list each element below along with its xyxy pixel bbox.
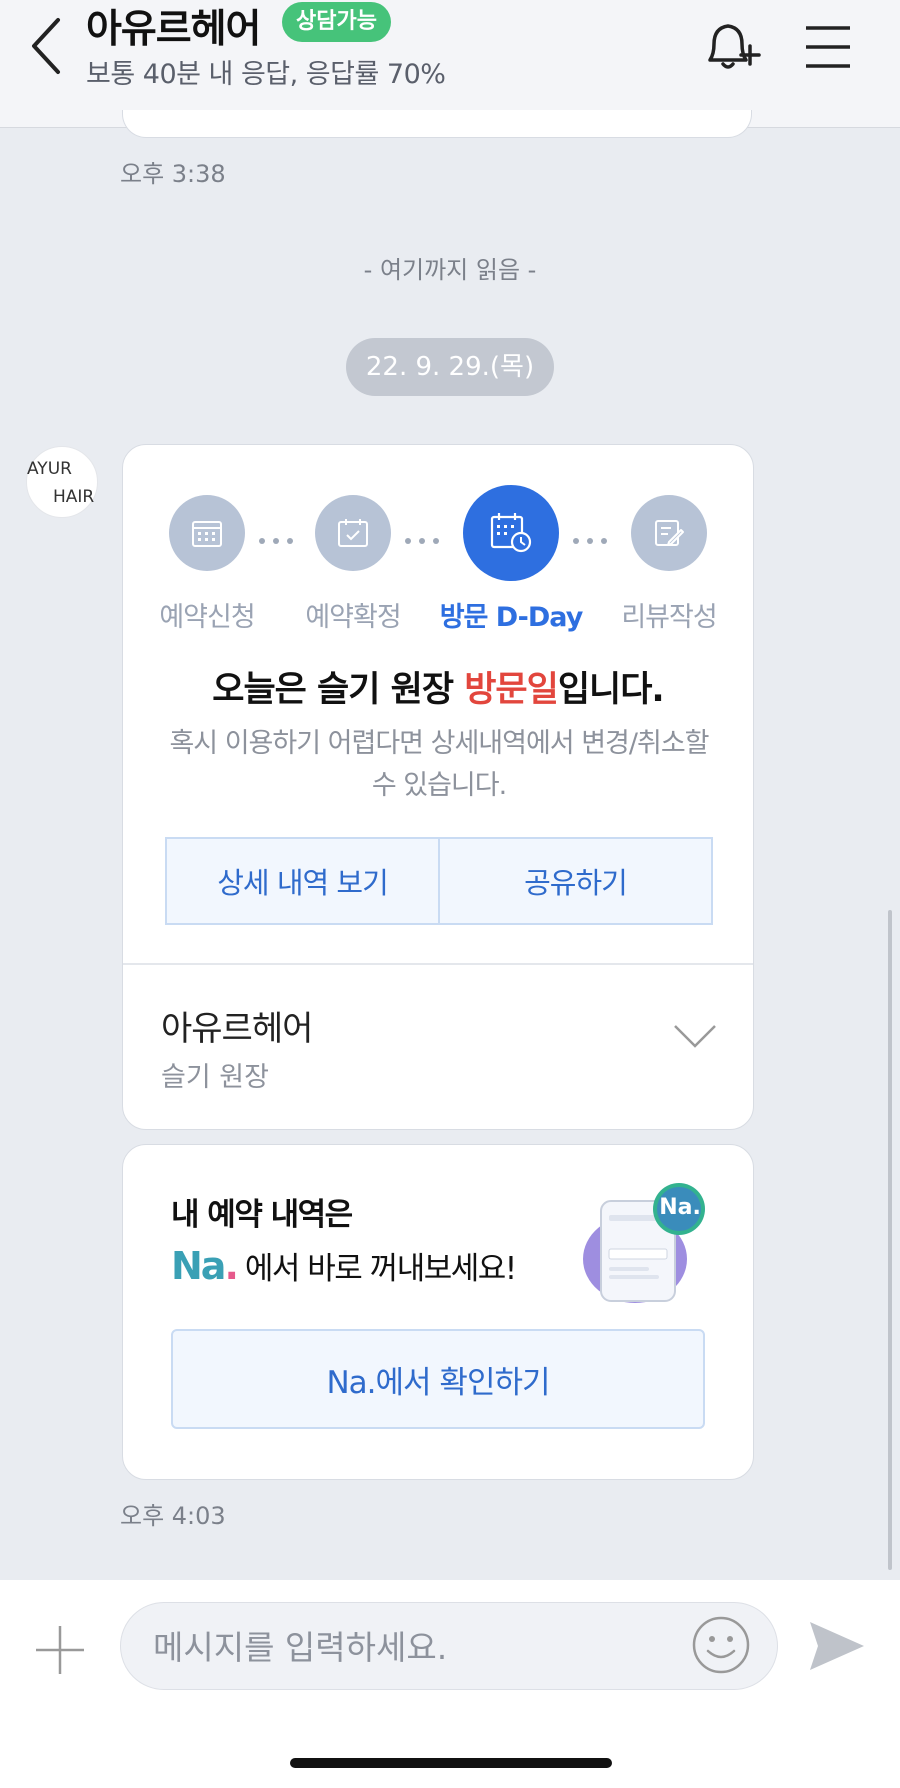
chat-header: 아유르헤어 상담가능 보통 40분 내 응답, 응답률 70% <box>0 0 900 128</box>
home-indicator <box>290 1758 612 1768</box>
na-promo-card: 내 예약 내역은 Na. 에서 바로 꺼내보세요! Na. Na.에서 확인하기 <box>122 1144 754 1480</box>
date-divider: 22. 9. 29.(목) <box>346 338 554 396</box>
menu-icon[interactable] <box>804 24 852 70</box>
step-label-visit-dday: 방문 D-Day <box>439 602 584 633</box>
plus-icon[interactable] <box>34 1624 86 1676</box>
step-connector <box>573 529 617 544</box>
avatar-text-line2: HAIR <box>53 487 95 507</box>
promo-subline-text: 에서 바로 꺼내보세요! <box>244 1251 517 1287</box>
promo-headline: 내 예약 내역은 <box>171 1197 353 1233</box>
step-icon-pencil-note-icon <box>631 495 707 571</box>
message-time: 오후 4:03 <box>120 1502 226 1530</box>
na-logo: Na. <box>171 1243 239 1288</box>
avatar[interactable]: AYUR HAIR <box>26 446 98 518</box>
read-marker: - 여기까지 읽음 - <box>363 256 537 284</box>
shop-name: 아유르헤어 <box>161 1009 313 1049</box>
scrollbar[interactable] <box>888 910 892 1570</box>
step-icon-calendar-grid-icon <box>169 495 245 571</box>
send-icon[interactable] <box>808 1618 866 1674</box>
step-label-request: 예약신청 <box>159 602 255 633</box>
share-button[interactable]: 공유하기 <box>438 839 711 923</box>
change-cancel-notice: 혹시 이용하기 어렵다면 상세내역에서 변경/취소할 수 있습니다. <box>169 728 709 801</box>
na-badge: Na. <box>659 1195 701 1220</box>
step-connector <box>259 529 303 544</box>
chevron-down-icon[interactable] <box>673 1023 717 1049</box>
step-icon-calendar-check-icon <box>315 495 391 571</box>
message-input[interactable] <box>151 1603 675 1691</box>
message-input-bar <box>0 1580 900 1788</box>
designer-name: 슬기 원장 <box>161 1062 269 1093</box>
previous-message-card <box>122 110 752 138</box>
status-badge: 상담가능 <box>282 2 391 42</box>
emoji-icon[interactable] <box>691 1615 751 1675</box>
visit-headline: 오늘은 슬기 원장 방문일입니다. <box>212 670 664 710</box>
step-label-confirmed: 예약확정 <box>305 602 401 633</box>
step-label-review: 리뷰작성 <box>621 602 717 633</box>
card-divider <box>123 963 753 965</box>
back-arrow-icon[interactable] <box>28 14 68 78</box>
promo-subline: Na. 에서 바로 꺼내보세요! <box>171 1243 517 1288</box>
booking-status-card: 예약신청 예약확정 방문 D-Day 리뷰작성 오늘은 슬기 원장 방문일입니다… <box>122 444 754 1130</box>
notification-add-icon[interactable] <box>700 18 764 74</box>
step-connector <box>405 529 449 544</box>
message-field-container <box>120 1602 778 1691</box>
view-details-button[interactable]: 상세 내역 보기 <box>167 839 438 923</box>
message-time: 오후 3:38 <box>120 160 226 188</box>
check-in-na-button[interactable]: Na.에서 확인하기 <box>171 1329 705 1429</box>
card-action-buttons: 상세 내역 보기 공유하기 <box>165 837 713 925</box>
step-icon-calendar-clock-icon <box>463 485 559 581</box>
page-title: 아유르헤어 <box>86 7 261 52</box>
response-info: 보통 40분 내 응답, 응답률 70% <box>86 59 446 90</box>
avatar-text-line1: AYUR <box>27 459 72 479</box>
